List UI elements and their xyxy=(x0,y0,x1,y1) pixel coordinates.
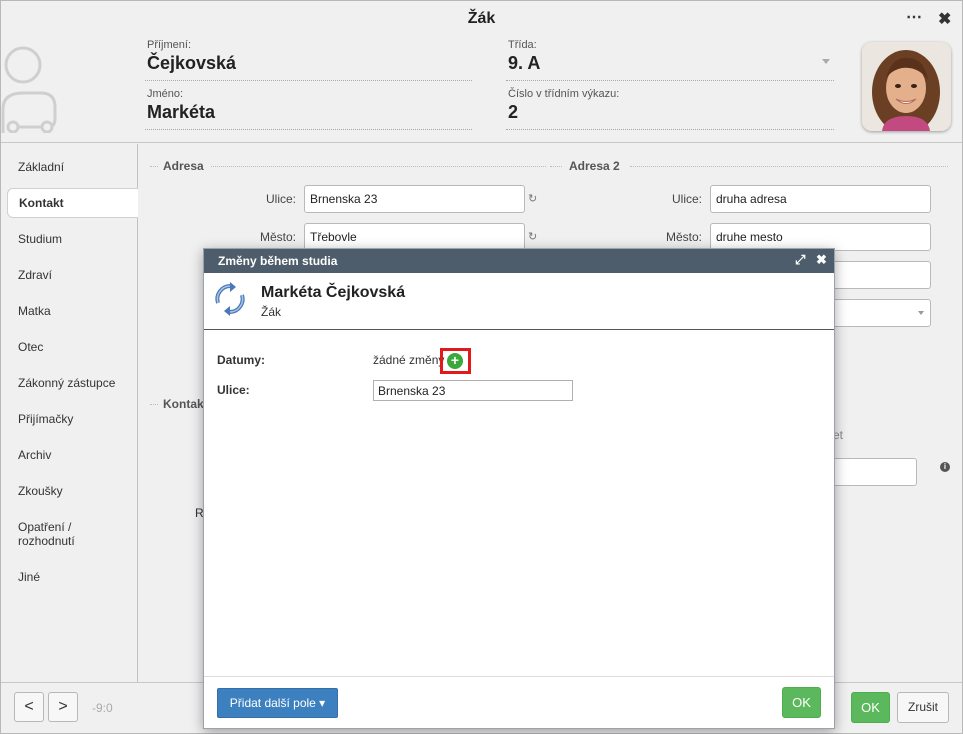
sidebar-item-jine[interactable]: Jiné xyxy=(7,570,138,584)
sidebar-item-zkousky[interactable]: Zkoušky xyxy=(7,484,138,498)
firstname-label: Jméno: xyxy=(147,88,184,100)
more-options-icon[interactable]: ⋯ xyxy=(906,7,922,27)
section-divider xyxy=(211,166,546,167)
contact-input[interactable] xyxy=(833,458,917,486)
refresh-icon[interactable]: ↻ xyxy=(528,192,537,205)
sidebar-item-kontakt[interactable]: Kontakt xyxy=(7,188,138,218)
address-section-title: Adresa xyxy=(163,159,204,173)
sidebar-item-opatreni[interactable]: Opatření / rozhodnutí xyxy=(7,520,138,548)
city-input[interactable]: Třebovle xyxy=(304,223,525,251)
sync-icon xyxy=(215,282,245,316)
record-counter: -9:0 xyxy=(92,701,113,715)
dialog-street-label: Ulice: xyxy=(217,383,250,397)
city2-label: Město: xyxy=(665,230,702,244)
user-placeholder-icon xyxy=(1,46,57,133)
student-photo[interactable] xyxy=(862,42,951,131)
dialog-titlebar: Změny během studia ⤢ ✖ xyxy=(204,249,834,273)
class-label: Třída: xyxy=(508,39,537,51)
ok-button[interactable]: OK xyxy=(851,692,890,723)
dialog-title: Změny během studia xyxy=(218,254,338,268)
sidebar-item-zdravi[interactable]: Zdraví xyxy=(7,268,138,282)
dates-value: žádné změny xyxy=(373,353,445,367)
student-photo-image xyxy=(862,42,951,131)
add-field-button[interactable]: Přidat další pole ▾ xyxy=(217,688,338,718)
window-titlebar: Žák ⋯ ✖ xyxy=(1,1,962,35)
chevron-down-icon xyxy=(822,59,830,64)
class-number-field[interactable]: Číslo v třídním výkazu: 2 xyxy=(506,88,834,130)
window-title: Žák xyxy=(467,10,496,27)
person-role: Žák xyxy=(261,305,282,319)
sidebar-item-zakladni[interactable]: Základní xyxy=(7,160,138,174)
sidebar-item-matka[interactable]: Matka xyxy=(7,304,138,318)
maximize-icon[interactable]: ⤢ xyxy=(795,252,805,268)
sidebar-item-zakonny-zastupce[interactable]: Zákonný zástupce xyxy=(7,376,138,390)
section-divider xyxy=(150,404,158,405)
class-select[interactable]: Třída: 9. A xyxy=(506,39,834,81)
class-number-value: 2 xyxy=(508,102,519,122)
street2-input[interactable]: druha adresa xyxy=(710,185,931,213)
contact-section-title: Kontak xyxy=(163,397,204,411)
class-value: 9. A xyxy=(508,53,541,73)
chevron-down-icon xyxy=(918,311,924,315)
dates-label: Datumy: xyxy=(217,353,266,367)
add-change-icon[interactable]: + xyxy=(447,353,463,369)
city2-input[interactable]: druhe mesto xyxy=(710,223,931,251)
person-name: Markéta Čejkovská xyxy=(261,284,406,301)
dialog-street-input[interactable]: Brnenska 23 xyxy=(373,380,573,401)
previous-button[interactable]: < xyxy=(14,692,44,722)
surname-value: Čejkovská xyxy=(147,53,237,73)
section-divider xyxy=(150,166,158,167)
street2-label: Ulice: xyxy=(671,192,702,206)
dialog-footer: Přidat další pole ▾ OK xyxy=(204,676,834,728)
section-divider xyxy=(630,166,948,167)
street-label: Ulice: xyxy=(265,192,296,206)
sidebar-item-prijimacky[interactable]: Přijímačky xyxy=(7,412,138,426)
address2-section-title: Adresa 2 xyxy=(569,159,620,173)
sidebar-item-archiv[interactable]: Archiv xyxy=(7,448,138,462)
next-button[interactable]: > xyxy=(48,692,78,722)
class-number-label: Číslo v třídním výkazu: xyxy=(508,88,620,100)
sidebar-item-studium[interactable]: Studium xyxy=(7,232,138,246)
cancel-button[interactable]: Zrušit xyxy=(897,692,949,723)
city-label: Město: xyxy=(259,230,296,244)
refresh-icon[interactable]: ↻ xyxy=(528,230,537,243)
sidebar-item-otec[interactable]: Otec xyxy=(7,340,138,354)
surname-label: Příjmení: xyxy=(147,39,192,51)
changes-dialog: Změny během studia ⤢ ✖ Markéta Čejkovská… xyxy=(203,248,835,729)
close-window-icon[interactable]: ✖ xyxy=(938,9,951,29)
section-divider xyxy=(550,166,562,167)
close-dialog-icon[interactable]: ✖ xyxy=(816,252,827,268)
street-input[interactable]: Brnenska 23 xyxy=(304,185,525,213)
surname-field[interactable]: Příjmení: Čejkovská xyxy=(145,39,472,81)
dialog-ok-button[interactable]: OK xyxy=(782,687,821,718)
firstname-value: Markéta xyxy=(147,102,216,122)
firstname-field[interactable]: Jméno: Markéta xyxy=(145,88,472,130)
info-icon[interactable]: i xyxy=(940,462,950,472)
student-header: Příjmení: Čejkovská Jméno: Markéta Třída… xyxy=(1,35,962,143)
dialog-header: Markéta Čejkovská Žák xyxy=(204,273,834,330)
sidebar: Základní Kontakt Studium Zdraví Matka Ot… xyxy=(1,144,138,682)
